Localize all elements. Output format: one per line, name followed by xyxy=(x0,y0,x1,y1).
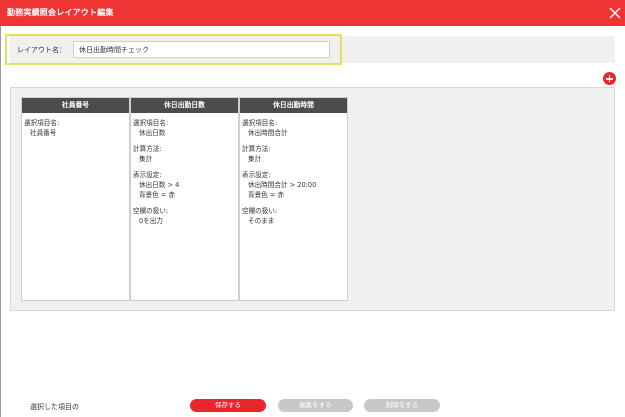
item-name-label: 選択項目名: xyxy=(242,119,278,127)
item-name-value: 社員番号 xyxy=(30,129,57,137)
item-name-value: 休出時間合計 xyxy=(248,129,288,137)
layout-name-label: レイアウト名： xyxy=(17,46,66,54)
delete-button[interactable]: 削除をする xyxy=(364,399,440,412)
display-condition: 休出時間合計 > 20:00 xyxy=(248,181,317,189)
column-header: 休日出勤時間 xyxy=(240,98,347,113)
calc-method-value: 集計 xyxy=(248,155,262,163)
save-button[interactable]: 保存する xyxy=(190,399,266,412)
column-card-holiday-work-hours[interactable]: 休日出勤時間 選択項目名: 休出時間合計 計算方法: 集計 表示設定: 休出時間… xyxy=(239,97,348,301)
display-color: 背景色 = 赤 xyxy=(139,191,176,199)
display-condition: 休出日数 > 4 xyxy=(139,181,180,189)
item-name-label: 選択項目名: xyxy=(24,119,60,127)
empty-handling-value: そのまま xyxy=(248,217,275,225)
calc-method-value: 集計 xyxy=(139,155,153,163)
selected-items-label: 選択した項目の xyxy=(30,403,79,411)
column-card-holiday-work-days[interactable]: 休日出勤日数 選択項目名: 休出日数 計算方法: 集計 表示設定: 休出日数 >… xyxy=(130,97,239,301)
column-header: 休日出勤日数 xyxy=(131,98,238,113)
close-icon[interactable] xyxy=(607,5,623,21)
title-bar: 勤務実績照会レイアウト編集 xyxy=(0,0,625,26)
window-left-border xyxy=(0,26,1,417)
display-setting-label: 表示設定: xyxy=(242,171,271,179)
layout-name-input[interactable] xyxy=(73,41,330,58)
column-header: 社員番号 xyxy=(22,98,129,113)
empty-handling-label: 空欄の扱い: xyxy=(133,207,169,215)
window-title: 勤務実績照会レイアウト編集 xyxy=(7,8,114,17)
edit-button[interactable]: 編集をする xyxy=(278,399,353,412)
empty-handling-value: 0を出力 xyxy=(139,217,163,225)
calc-method-label: 計算方法: xyxy=(242,145,271,153)
display-setting-label: 表示設定: xyxy=(133,171,162,179)
display-color: 背景色 = 赤 xyxy=(248,191,285,199)
item-name-value: 休出日数 xyxy=(139,129,166,137)
add-column-icon[interactable] xyxy=(603,72,616,85)
column-card-employee-number[interactable]: 社員番号 選択項目名: 社員番号 xyxy=(21,97,130,301)
item-name-label: 選択項目名: xyxy=(133,119,169,127)
empty-handling-label: 空欄の扱い: xyxy=(242,207,278,215)
calc-method-label: 計算方法: xyxy=(133,145,162,153)
